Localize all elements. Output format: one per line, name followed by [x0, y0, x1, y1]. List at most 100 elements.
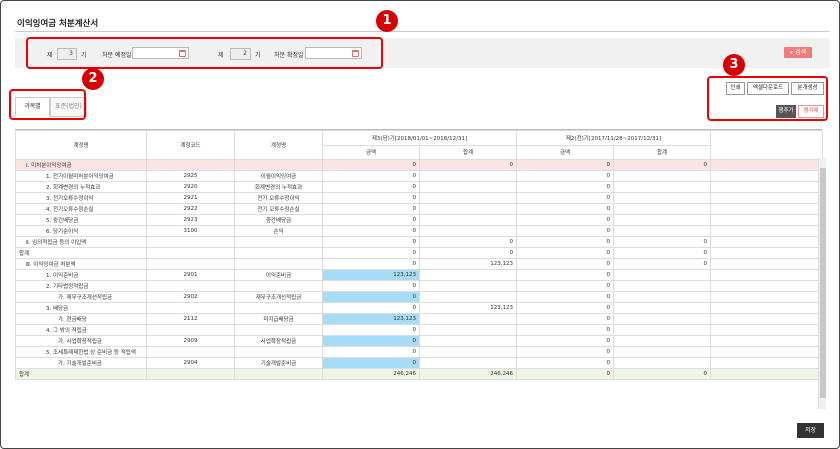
row-account-code: 2901	[146, 269, 235, 281]
row-amount-current[interactable]: 0	[322, 346, 420, 358]
row-total-previous: 0	[613, 236, 711, 248]
row-blank	[710, 346, 823, 358]
row-account-ledger: 전기 오류수정손실	[234, 203, 323, 215]
table-row[interactable]: 2. 회계변경의 누적효과 2920 회계변경의 누적효과 0 0	[15, 181, 823, 193]
table-row[interactable]: 1. 이익준비금 2901 이익준비금 123,123 0	[15, 269, 823, 281]
row-amount-current[interactable]: 0	[322, 192, 420, 204]
table-row[interactable]: 6. 당기순이익 3100 손익 0 0	[15, 225, 823, 237]
row-amount-current[interactable]: 0	[322, 280, 420, 292]
row-total-current: 0	[419, 247, 517, 259]
table-row[interactable]: 5. 조세특례제한법 상 준비금 등 적립액 0 0	[15, 346, 823, 358]
header-account-code[interactable]: 계정코드	[146, 130, 235, 160]
row-blank	[710, 247, 823, 259]
row-blank	[710, 170, 823, 182]
footer-blank	[710, 368, 823, 380]
header-amount[interactable]: 금액	[516, 144, 614, 160]
table-row[interactable]: Ⅲ. 이익잉여금 처분액 0 123,123 0 0	[15, 258, 823, 270]
header-amount[interactable]: 금액	[322, 144, 420, 160]
table-row[interactable]: 가. 현금배당 2112 미지급배당금 123,123 0	[15, 313, 823, 325]
row-amount-current[interactable]: 0	[322, 214, 420, 226]
table-row[interactable]: 5. 중간배당금 2923 중간배당금 0 0	[15, 214, 823, 226]
search-button[interactable]: ⌕ 검색	[784, 47, 812, 58]
table-row[interactable]: Ⅰ. 미처분이익잉여금 0 0 0 0	[15, 159, 823, 171]
row-account-ledger	[234, 346, 323, 358]
row-total-previous	[613, 170, 711, 182]
header-period-previous: 제2(전)기[2017/11/28~2017/12/31]	[516, 130, 711, 146]
row-account-code	[146, 346, 235, 358]
row-account-code	[146, 280, 235, 292]
row-total-previous: 0	[613, 159, 711, 171]
table-row[interactable]: 4. 그 밖의 적립금 0 0	[15, 324, 823, 336]
callout-box-3	[707, 76, 828, 121]
row-amount-current[interactable]: 0	[322, 225, 420, 237]
table-row[interactable]: 1. 전기이월미처분이익잉여금 2925 이월이익잉여금 0 0	[15, 170, 823, 182]
row-total-previous	[613, 225, 711, 237]
header-account-name-2[interactable]: 계정명	[234, 130, 323, 160]
table-row[interactable]: 가. 사업확장적립금 2909 사업확장적립금 0 0	[15, 335, 823, 347]
table-row[interactable]: 4. 전기오류수정손실 2922 전기 오류수정손실 0 0	[15, 203, 823, 215]
grid-scrollbar[interactable]	[818, 158, 826, 409]
row-account-code	[146, 324, 235, 336]
row-account-code: 2921	[146, 192, 235, 204]
header-total[interactable]: 합계	[419, 144, 517, 160]
row-total-current: 123,123	[419, 258, 517, 270]
row-amount-previous: 0	[516, 203, 614, 215]
row-amount-current[interactable]: 0	[322, 302, 420, 314]
table-row[interactable]: Ⅱ. 임의적립금 등의 이입액 0 0 0 0	[15, 236, 823, 248]
row-total-previous	[613, 280, 711, 292]
row-account-code: 2925	[146, 170, 235, 182]
row-account-code: 2920	[146, 181, 235, 193]
row-amount-current[interactable]: 0	[322, 159, 420, 171]
row-account-name: 5. 중간배당금	[15, 214, 147, 226]
row-amount-current[interactable]: 0	[322, 324, 420, 336]
row-blank	[710, 181, 823, 193]
row-amount-current[interactable]: 0	[322, 181, 420, 193]
row-account-code: 2909	[146, 335, 235, 347]
row-amount-current[interactable]: 123,123	[322, 269, 420, 281]
footer-amount-current: 246,246	[322, 368, 420, 380]
row-amount-previous: 0	[516, 214, 614, 226]
row-account-ledger	[234, 236, 323, 248]
row-total-current: 0	[419, 236, 517, 248]
row-account-code	[146, 159, 235, 171]
save-button[interactable]: 저장	[797, 423, 824, 438]
row-blank	[710, 280, 823, 292]
footer-acct	[234, 368, 323, 380]
row-amount-current[interactable]: 0	[322, 357, 420, 369]
row-amount-current[interactable]: 0	[322, 335, 420, 347]
row-account-ledger	[234, 280, 323, 292]
row-total-previous: 0	[613, 247, 711, 259]
row-total-current	[419, 269, 517, 281]
row-total-previous	[613, 302, 711, 314]
header-total[interactable]: 합계	[613, 144, 711, 160]
table-row[interactable]: 3. 전기오류수정이익 2921 전기 오류수정이익 0 0	[15, 192, 823, 204]
row-amount-current[interactable]: 0	[322, 203, 420, 215]
table-row[interactable]: 가. 재무구조개선적립금 2902 재무구조개선적립금 0 0	[15, 291, 823, 303]
row-amount-current[interactable]: 123,123	[322, 313, 420, 325]
scrollbar-thumb[interactable]	[820, 168, 826, 398]
header-account-name[interactable]: 계정명	[15, 130, 147, 160]
row-amount-current[interactable]: 0	[322, 258, 420, 270]
row-amount-current[interactable]: 0	[322, 236, 420, 248]
row-amount-previous: 0	[516, 247, 614, 259]
row-amount-current[interactable]: 0	[322, 291, 420, 303]
table-row[interactable]: 가. 기술개발준비금 2904 기술개발준비금 0 0	[15, 357, 823, 369]
row-amount-previous: 0	[516, 280, 614, 292]
footer-amount-previous: 0	[516, 368, 614, 380]
row-blank	[710, 269, 823, 281]
table-row[interactable]: 3. 배당금 0 123,123 0	[15, 302, 823, 314]
row-total-previous: 0	[613, 258, 711, 270]
table-row[interactable]: 2. 기타법정적립금 0 0	[15, 280, 823, 292]
row-amount-current[interactable]: 0	[322, 247, 420, 259]
row-account-name: 합계	[15, 247, 147, 259]
row-account-ledger	[234, 258, 323, 270]
row-amount-previous: 0	[516, 159, 614, 171]
row-amount-current[interactable]: 0	[322, 170, 420, 182]
row-account-ledger: 미지급배당금	[234, 313, 323, 325]
row-account-name: 6. 당기순이익	[15, 225, 147, 237]
table-row[interactable]: 합계 0 0 0 0	[15, 247, 823, 259]
page-title: 이익잉여금 처분계산서	[17, 19, 99, 29]
row-blank	[710, 324, 823, 336]
row-account-name: Ⅰ. 미처분이익잉여금	[15, 159, 147, 171]
row-total-current	[419, 181, 517, 193]
